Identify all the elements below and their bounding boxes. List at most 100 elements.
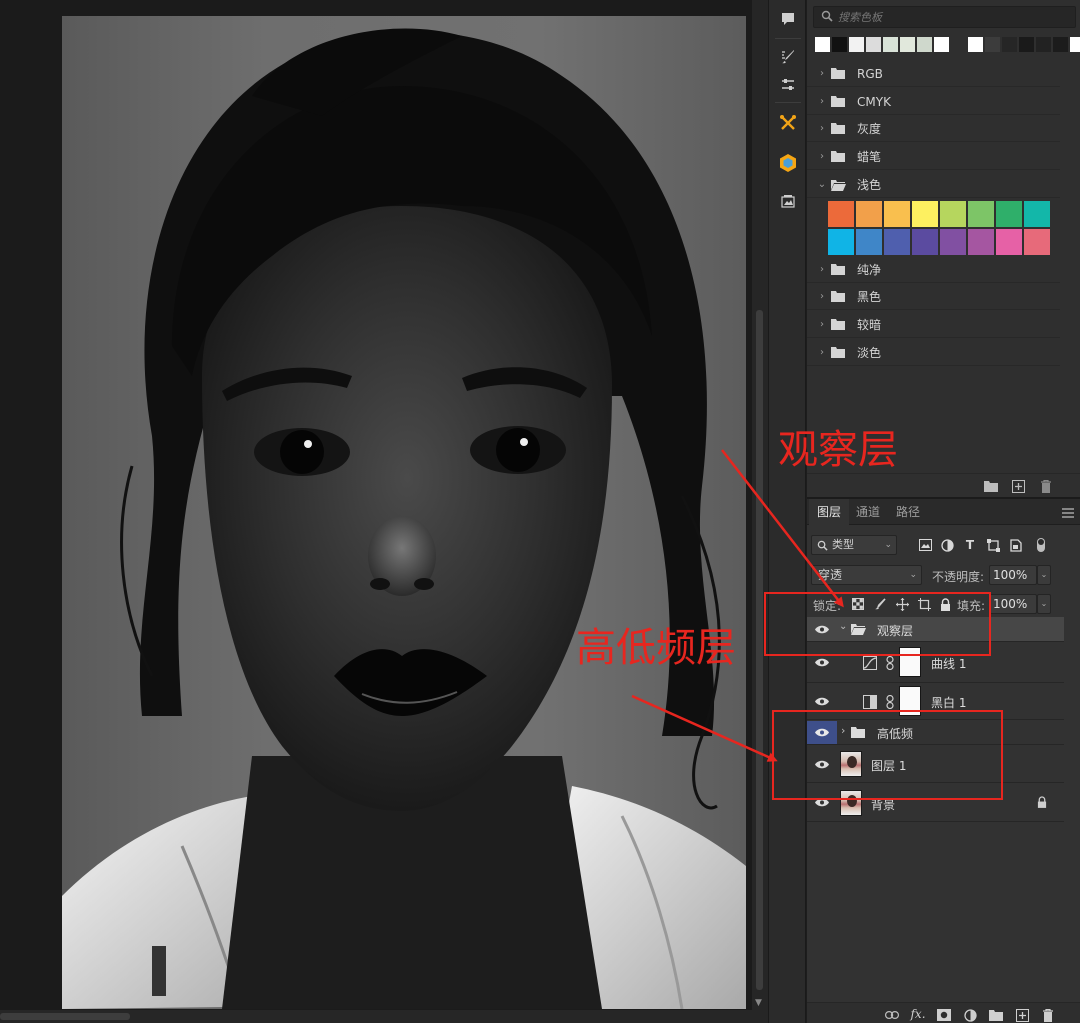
layers-panel-footer: fx. <box>807 1002 1080 1023</box>
color-swatch[interactable] <box>940 201 966 227</box>
recent-color-swatch[interactable] <box>968 37 983 52</box>
new-group-icon[interactable] <box>988 1007 1004 1023</box>
color-swatch[interactable] <box>828 229 854 255</box>
canvas-vertical-scroll-thumb[interactable] <box>756 310 763 990</box>
swatch-folder-2[interactable]: › 灰度 <box>807 116 1060 142</box>
swatch-folder-5[interactable]: › 纯净 <box>807 257 1060 283</box>
brush-settings-icon[interactable] <box>775 44 801 70</box>
swatch-search-box[interactable] <box>813 6 1076 28</box>
recent-color-swatch[interactable] <box>951 37 966 52</box>
chevron-right-icon[interactable]: › <box>813 319 831 330</box>
tools-crossed-icon[interactable] <box>775 110 801 136</box>
lock-icon[interactable] <box>1037 796 1047 811</box>
chevron-down-icon[interactable]: ⌄ <box>813 179 831 190</box>
folder-icon <box>831 150 849 164</box>
canvas-vertical-scrollbar[interactable]: ▼ <box>752 0 768 1010</box>
color-swatch[interactable] <box>968 201 994 227</box>
tab-paths[interactable]: 路径 <box>888 499 928 525</box>
color-swatch[interactable] <box>856 201 882 227</box>
filter-shape-layers-icon[interactable] <box>985 537 1001 553</box>
tab-channels[interactable]: 通道 <box>848 499 888 525</box>
plugin-hexagon-icon[interactable] <box>775 150 801 176</box>
chevron-right-icon[interactable]: › <box>813 347 831 358</box>
recent-color-swatch[interactable] <box>1070 37 1080 52</box>
filter-pixel-layers-icon[interactable] <box>917 537 933 553</box>
color-swatch[interactable] <box>940 229 966 255</box>
swatch-folder-0[interactable]: › RGB <box>807 61 1060 87</box>
chevron-down-icon: ⌄ <box>884 540 892 550</box>
folder-icon <box>831 318 849 332</box>
new-adjustment-layer-icon[interactable] <box>962 1007 978 1023</box>
recent-color-swatch[interactable] <box>815 37 830 52</box>
layer-filter-kind-select[interactable]: 类型 ⌄ <box>811 535 897 555</box>
opacity-dropdown-icon[interactable]: ⌄ <box>1037 565 1051 585</box>
fill-dropdown-icon[interactable]: ⌄ <box>1037 594 1051 614</box>
blend-mode-select[interactable]: 穿透 ⌄ <box>811 565 922 585</box>
swatch-folder-4[interactable]: ⌄ 浅色 <box>807 172 1060 198</box>
swatch-folder-6[interactable]: › 黑色 <box>807 284 1060 310</box>
libraries-icon[interactable] <box>775 188 801 214</box>
mask-link-icon[interactable] <box>886 694 894 710</box>
canvas-horizontal-scroll-thumb[interactable] <box>0 1013 130 1020</box>
canvas-horizontal-scrollbar[interactable] <box>0 1010 768 1023</box>
link-layers-icon[interactable] <box>884 1007 900 1023</box>
chevron-right-icon[interactable]: › <box>813 264 831 275</box>
add-mask-icon[interactable] <box>936 1007 952 1023</box>
adjustments-sliders-icon[interactable] <box>775 72 801 98</box>
recent-color-swatch[interactable] <box>1053 37 1068 52</box>
color-swatch[interactable] <box>856 229 882 255</box>
chevron-right-icon[interactable]: › <box>813 68 831 79</box>
panel-menu-icon[interactable] <box>1062 507 1074 521</box>
recent-color-swatch[interactable] <box>917 37 932 52</box>
recent-color-swatch[interactable] <box>1019 37 1034 52</box>
recent-color-swatch[interactable] <box>883 37 898 52</box>
color-swatch[interactable] <box>996 201 1022 227</box>
recent-color-swatch[interactable] <box>849 37 864 52</box>
filter-smart-objects-icon[interactable] <box>1008 537 1024 553</box>
filter-toggle-icon[interactable] <box>1033 537 1049 553</box>
color-swatch[interactable] <box>1024 229 1050 255</box>
color-swatch[interactable] <box>968 229 994 255</box>
color-swatch[interactable] <box>828 201 854 227</box>
comments-icon[interactable] <box>775 6 801 32</box>
chevron-right-icon[interactable]: › <box>813 96 831 107</box>
recent-color-swatch[interactable] <box>1036 37 1051 52</box>
color-swatch[interactable] <box>996 229 1022 255</box>
color-swatch[interactable] <box>1024 201 1050 227</box>
recent-color-swatch[interactable] <box>900 37 915 52</box>
swatch-folder-label: 黑色 <box>857 290 882 304</box>
mask-link-icon[interactable] <box>886 655 894 671</box>
new-swatch-icon[interactable] <box>1010 478 1026 494</box>
recent-color-swatch[interactable] <box>985 37 1000 52</box>
color-swatch[interactable] <box>912 201 938 227</box>
color-swatch[interactable] <box>884 201 910 227</box>
swatch-folder-7[interactable]: › 较暗 <box>807 312 1060 338</box>
chevron-right-icon[interactable]: › <box>813 123 831 134</box>
chevron-right-icon[interactable]: › <box>813 291 831 302</box>
swatch-folder-3[interactable]: › 蜡笔 <box>807 144 1060 170</box>
color-swatch[interactable] <box>884 229 910 255</box>
opacity-input[interactable]: 100% <box>989 565 1037 585</box>
filter-adjustment-layers-icon[interactable] <box>939 537 955 553</box>
swatch-folder-1[interactable]: › CMYK <box>807 89 1060 115</box>
scroll-down-arrow-icon[interactable]: ▼ <box>755 998 762 1008</box>
swatch-folder-8[interactable]: › 淡色 <box>807 340 1060 366</box>
fx-layer-style-icon[interactable]: fx. <box>910 1006 926 1022</box>
fill-input[interactable]: 100% <box>989 594 1037 614</box>
recent-color-swatch[interactable] <box>832 37 847 52</box>
recent-color-swatch[interactable] <box>934 37 949 52</box>
new-layer-icon[interactable] <box>1014 1007 1030 1023</box>
recent-color-swatch[interactable] <box>866 37 881 52</box>
filter-type-layers-icon[interactable]: T <box>962 537 978 553</box>
portrait-photo[interactable] <box>62 16 746 1009</box>
tab-layers[interactable]: 图层 <box>809 499 850 525</box>
swatches-panel-footer <box>807 473 1080 497</box>
color-swatch[interactable] <box>912 229 938 255</box>
recent-color-swatch[interactable] <box>1002 37 1017 52</box>
swatch-search-input[interactable] <box>838 9 1068 25</box>
delete-swatch-icon[interactable] <box>1038 478 1054 494</box>
new-swatch-group-icon[interactable] <box>983 478 999 494</box>
document-canvas-area[interactable]: ▼ <box>0 0 768 1023</box>
chevron-right-icon[interactable]: › <box>813 151 831 162</box>
delete-layer-icon[interactable] <box>1040 1007 1056 1023</box>
